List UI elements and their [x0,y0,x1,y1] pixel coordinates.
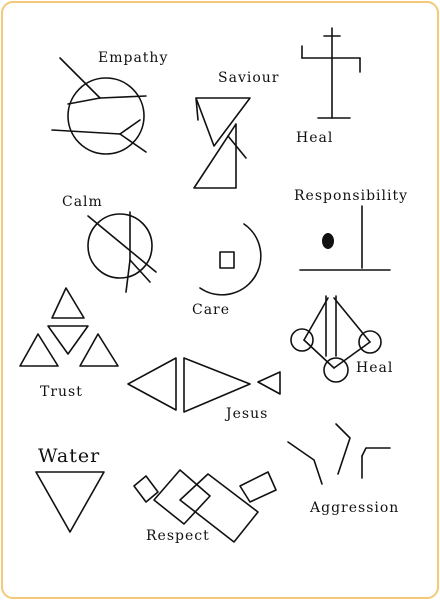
heal-cross-symbol [301,27,361,119]
water-symbol [35,471,105,533]
aggression-label: Aggression [309,500,399,516]
empathy-label: Empathy [98,50,168,66]
empathy-symbol [51,57,147,155]
water-label: Water [38,445,100,467]
symbols-sheet: Empathy Saviour Heal Calm Responsibility… [19,27,408,544]
jesus-label: Jesus [224,406,268,422]
aggression-symbol [287,423,391,485]
saviour-symbol [193,97,251,189]
calm-label: Calm [62,194,103,210]
heal-circles-label: Heal [356,360,393,376]
calm-symbol [87,211,157,293]
respect-label: Respect [146,528,210,544]
trust-label: Trust [40,384,83,400]
responsibility-symbol [299,205,391,271]
saviour-label: Saviour [218,70,279,86]
trust-symbol [19,287,119,367]
jesus-symbol [127,357,281,413]
care-label: Care [192,302,230,318]
care-symbol [199,223,262,296]
responsibility-label: Responsibility [294,188,408,204]
heal-cross-label: Heal [296,130,333,146]
